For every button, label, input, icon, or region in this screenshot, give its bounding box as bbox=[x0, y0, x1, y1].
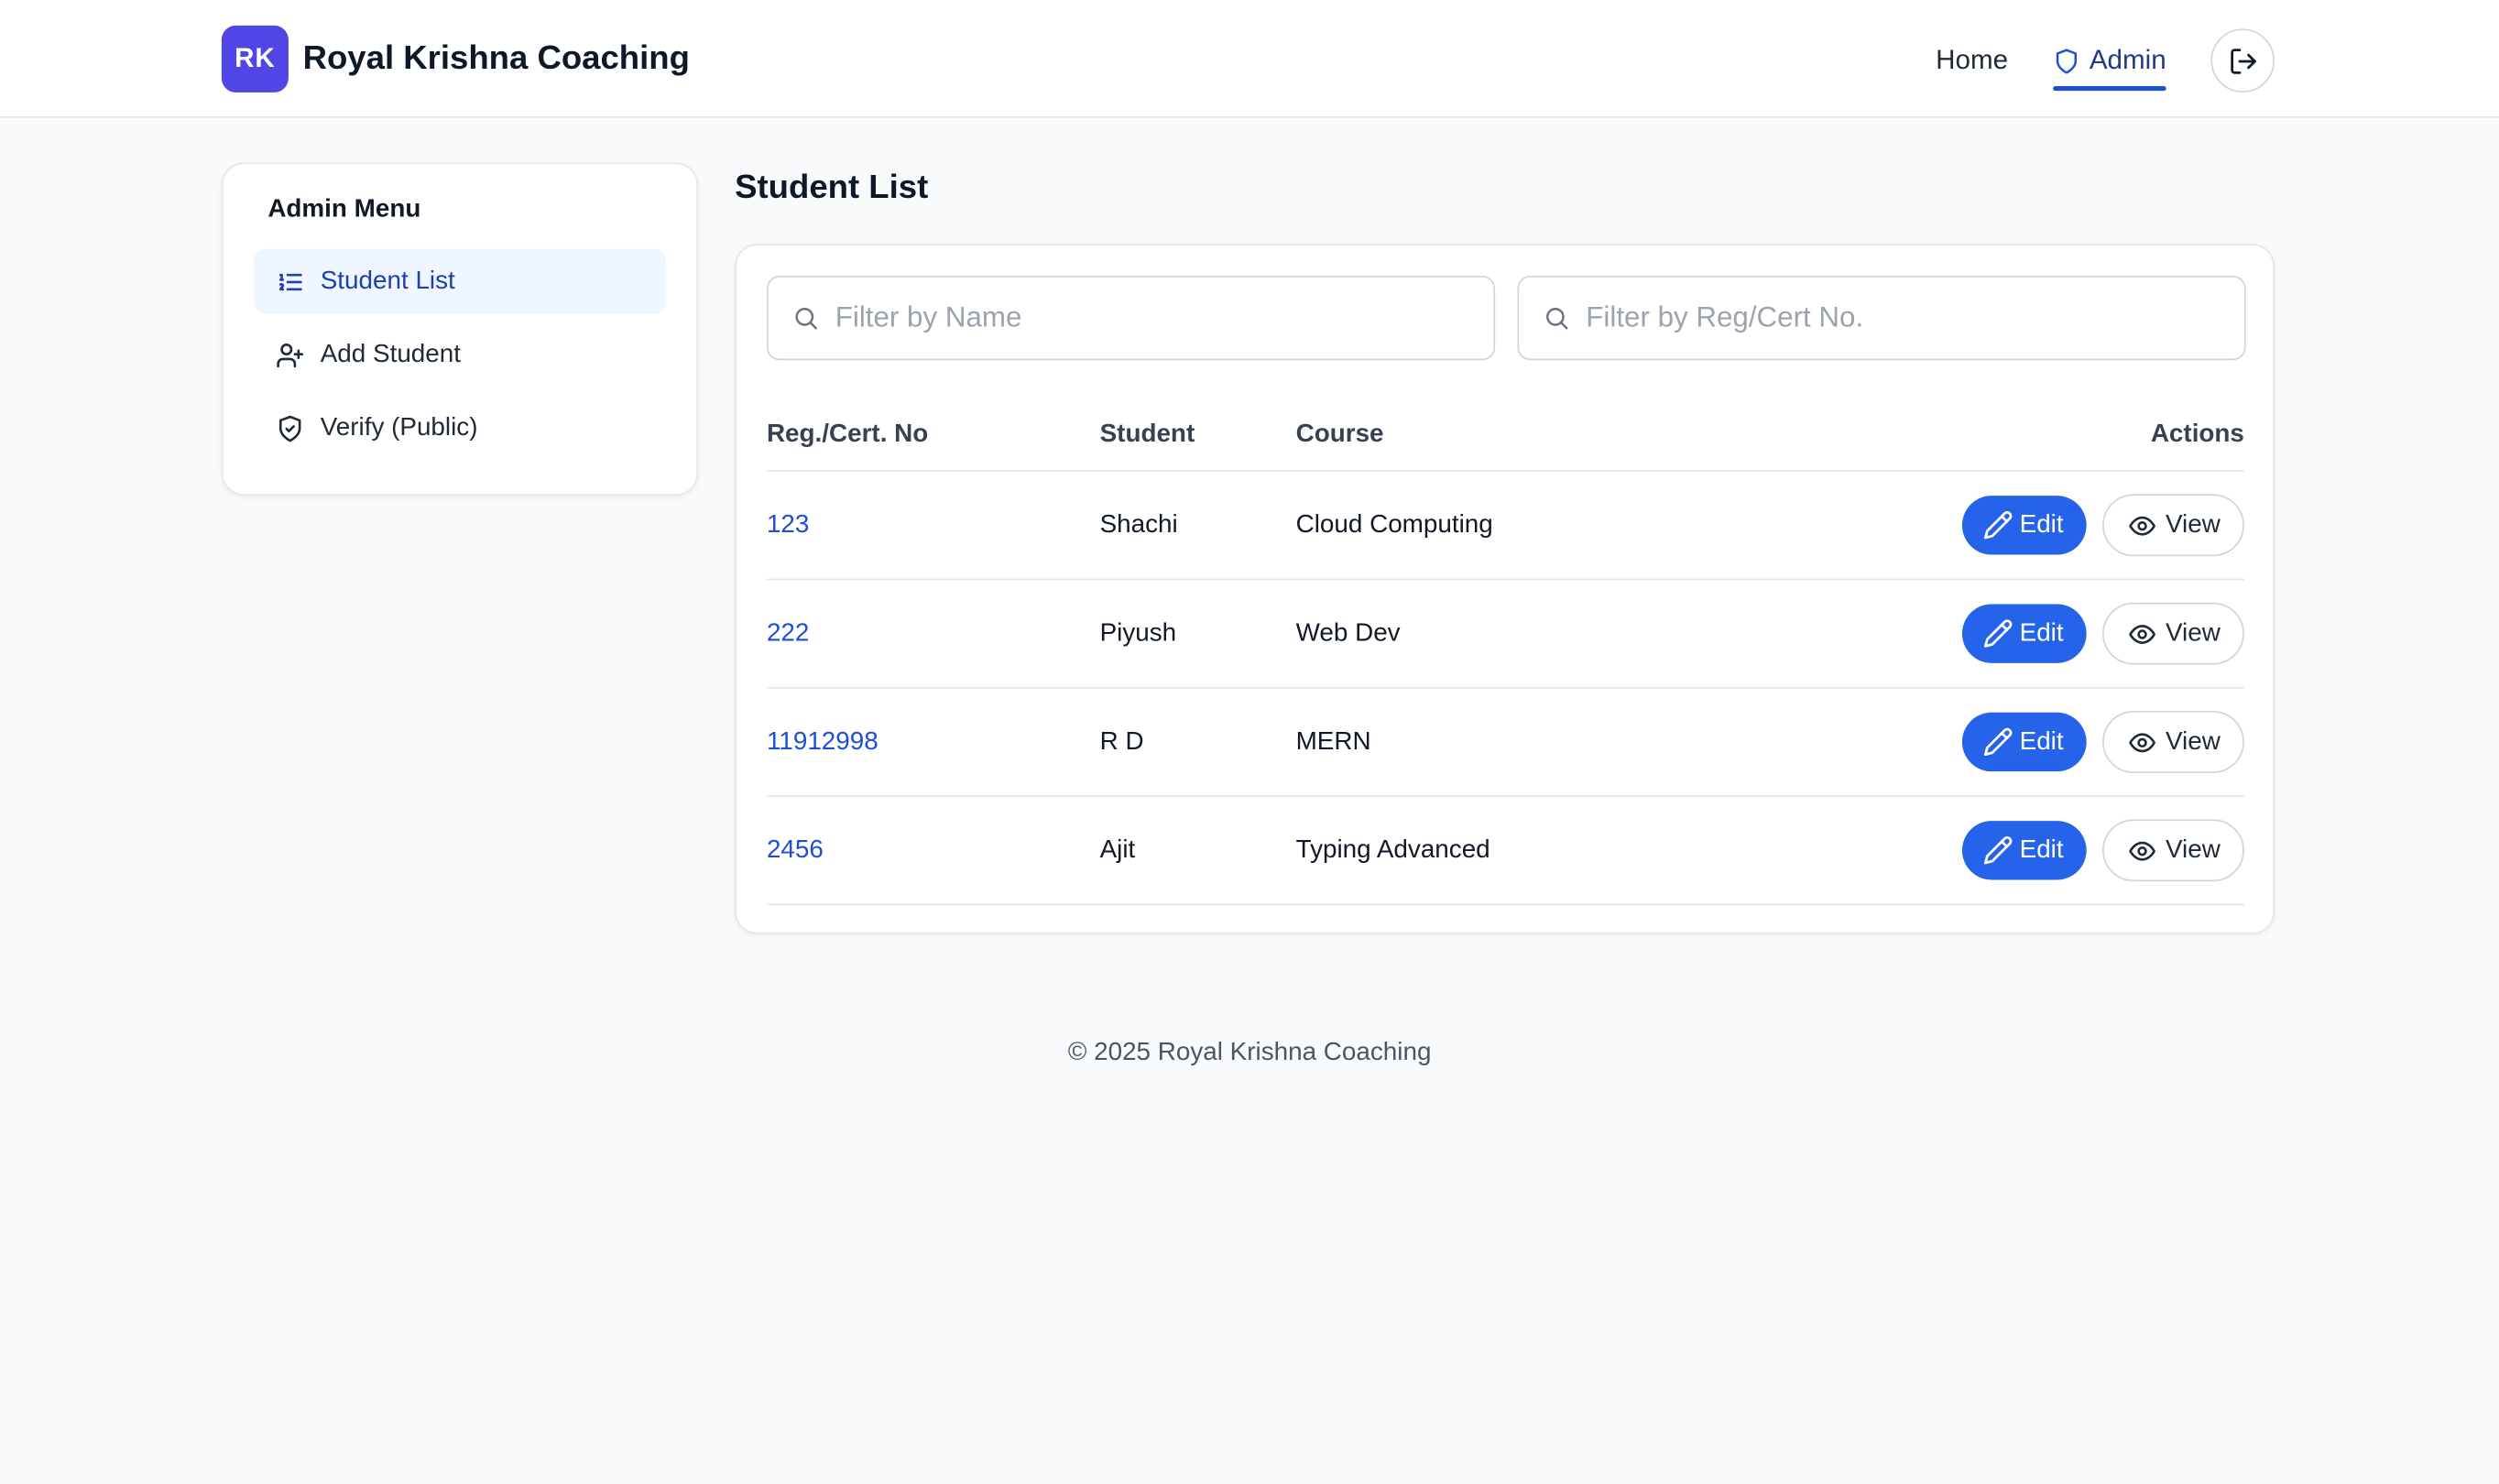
course-cell: Cloud Computing bbox=[1295, 510, 1493, 539]
pencil-icon bbox=[1983, 619, 2013, 648]
page-title: Student List bbox=[735, 169, 929, 206]
table-row: 2456 Ajit Typing Advanced Edit View bbox=[766, 797, 2244, 906]
eye-icon bbox=[2128, 624, 2155, 644]
view-button[interactable]: View bbox=[2101, 819, 2244, 882]
column-header-student: Student bbox=[1099, 420, 1195, 448]
nav-home-link[interactable]: Home bbox=[1936, 28, 2008, 93]
sidebar-item-label: Verify (Public) bbox=[320, 413, 478, 442]
page: RK Royal Krishna Coaching Home Admin Adm… bbox=[0, 0, 2499, 1484]
table-header: Reg./Cert. No Student Course Actions bbox=[766, 398, 2244, 473]
main-nav: Home Admin bbox=[1936, 28, 2275, 93]
student-name-cell: Shachi bbox=[1099, 510, 1178, 539]
filter-bar bbox=[766, 276, 2246, 361]
column-header-reg: Reg./Cert. No bbox=[766, 420, 929, 448]
reg-number-link[interactable]: 123 bbox=[767, 511, 809, 539]
row-actions: Edit View bbox=[1961, 711, 2244, 773]
student-name-cell: R D bbox=[1099, 727, 1144, 755]
eye-icon bbox=[2128, 732, 2155, 752]
name-filter-input[interactable] bbox=[835, 300, 1473, 335]
edit-button[interactable]: Edit bbox=[1961, 821, 2086, 880]
sidebar-title: Admin Menu bbox=[267, 196, 421, 224]
view-button[interactable]: View bbox=[2101, 494, 2244, 557]
reg-filter-field[interactable] bbox=[1517, 276, 2246, 361]
view-button-label: View bbox=[2165, 510, 2221, 539]
brand-name: Royal Krishna Coaching bbox=[302, 39, 690, 77]
pencil-icon bbox=[1983, 836, 2013, 865]
reg-number-link[interactable]: 2456 bbox=[767, 836, 824, 864]
reg-number-link[interactable]: 11912998 bbox=[767, 727, 878, 755]
edit-button[interactable]: Edit bbox=[1961, 604, 2086, 663]
search-icon bbox=[1546, 308, 1568, 330]
nav-admin-link[interactable]: Admin bbox=[2052, 28, 2166, 93]
student-name-cell: Ajit bbox=[1099, 835, 1136, 864]
sidebar-item-label: Add Student bbox=[320, 340, 461, 368]
list-icon bbox=[278, 272, 302, 290]
student-table: Reg./Cert. No Student Course Actions 123… bbox=[766, 398, 2244, 906]
brand[interactable]: RK Royal Krishna Coaching bbox=[221, 25, 690, 93]
student-name-cell: Piyush bbox=[1099, 618, 1177, 647]
sidebar-item-label: Student List bbox=[320, 267, 455, 295]
course-cell: Typing Advanced bbox=[1295, 835, 1490, 864]
view-button-label: View bbox=[2165, 727, 2221, 755]
row-actions: Edit View bbox=[1961, 494, 2244, 557]
search-icon bbox=[795, 308, 817, 330]
table-row: 11912998 R D MERN Edit View bbox=[766, 689, 2244, 797]
table-row: 123 Shachi Cloud Computing Edit View bbox=[766, 472, 2244, 581]
course-cell: Web Dev bbox=[1295, 618, 1401, 647]
view-button[interactable]: View bbox=[2101, 602, 2244, 665]
pencil-icon bbox=[1983, 727, 2013, 757]
table-row: 222 Piyush Web Dev Edit View bbox=[766, 580, 2244, 689]
column-header-course: Course bbox=[1295, 420, 1384, 448]
edit-button-label: Edit bbox=[2019, 835, 2064, 864]
row-actions: Edit View bbox=[1961, 819, 2244, 882]
nav-admin-label: Admin bbox=[2089, 44, 2166, 75]
course-cell: MERN bbox=[1295, 727, 1371, 755]
row-actions: Edit View bbox=[1961, 602, 2244, 665]
logout-button[interactable] bbox=[2210, 28, 2275, 93]
sidebar-item-add-student[interactable]: Add Student bbox=[254, 322, 667, 387]
logout-icon bbox=[2230, 48, 2255, 73]
view-button[interactable]: View bbox=[2101, 711, 2244, 773]
shield-icon bbox=[2056, 48, 2077, 73]
admin-sidebar: Admin Menu Student List Add Student Veri… bbox=[221, 162, 699, 496]
view-button-label: View bbox=[2165, 618, 2221, 647]
pencil-icon bbox=[1983, 511, 2013, 540]
brand-logo: RK bbox=[221, 25, 289, 93]
edit-button[interactable]: Edit bbox=[1961, 712, 2086, 772]
view-button-label: View bbox=[2165, 835, 2221, 864]
edit-button-label: Edit bbox=[2019, 618, 2064, 647]
eye-icon bbox=[2128, 840, 2155, 860]
edit-button[interactable]: Edit bbox=[1961, 496, 2086, 555]
reg-filter-input[interactable] bbox=[1586, 300, 2224, 335]
reg-number-link[interactable]: 222 bbox=[767, 619, 809, 647]
student-list-card: Reg./Cert. No Student Course Actions 123… bbox=[735, 244, 2275, 934]
user-plus-icon bbox=[277, 343, 304, 367]
footer-copyright: © 2025 Royal Krishna Coaching bbox=[1067, 1039, 1432, 1067]
sidebar-item-verify-public[interactable]: Verify (Public) bbox=[254, 396, 667, 461]
sidebar-item-student-list[interactable]: Student List bbox=[253, 248, 667, 314]
column-header-actions: Actions bbox=[2150, 420, 2244, 448]
name-filter-field[interactable] bbox=[766, 276, 1496, 361]
edit-button-label: Edit bbox=[2019, 510, 2064, 539]
edit-button-label: Edit bbox=[2019, 727, 2064, 755]
top-navbar: RK Royal Krishna Coaching Home Admin bbox=[0, 0, 2499, 118]
eye-icon bbox=[2128, 515, 2155, 535]
shield-check-icon bbox=[278, 414, 301, 442]
